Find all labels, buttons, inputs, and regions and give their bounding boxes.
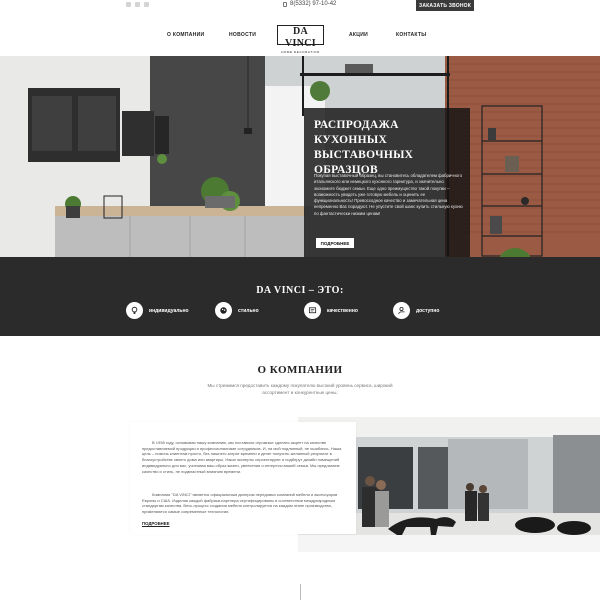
nav-item-news[interactable]: НОВОСТИ — [229, 32, 256, 38]
about-more-link[interactable]: ПОДРОБНЕЕ — [142, 521, 170, 526]
hero-title: РАСПРОДАЖА КУХОННЫХ ВЫСТАВОЧНЫХ ОБРАЗЦОВ — [314, 119, 414, 176]
hero-kitchen-image — [0, 56, 600, 257]
about-title: О КОМПАНИИ — [257, 364, 343, 376]
top-bar: 8(5332) 97-10-42 ЗАКАЗАТЬ ЗВОНОК — [0, 0, 600, 12]
nav-item-about[interactable]: О КОМПАНИИ — [167, 32, 204, 38]
phone-icon — [283, 1, 287, 7]
feature-label: стильно — [238, 307, 259, 314]
nav-item-contacts[interactable]: КОНТАКТЫ — [396, 32, 426, 38]
hero-text: Покупая выставочный образец, вы становит… — [314, 173, 463, 216]
logo-main: DA VINCI — [285, 26, 316, 49]
bulb-icon — [126, 302, 143, 319]
hero-promo-panel: РАСПРОДАЖА КУХОННЫХ ВЫСТАВОЧНЫХ ОБРАЗЦОВ… — [304, 108, 470, 257]
about-subtitle: Мы стремимся предоставить каждому покупа… — [207, 383, 393, 395]
about-paragraph-1: В 1998 году, основывая нашу компанию, мы… — [142, 440, 342, 474]
logo-sub: HOME DECORATION — [281, 50, 320, 54]
instagram-icon[interactable] — [144, 2, 149, 7]
social-links — [126, 2, 149, 7]
vk-icon[interactable] — [126, 2, 131, 7]
features-title: DA VINCI – ЭТО: — [256, 285, 344, 296]
palette-icon — [215, 302, 232, 319]
logo[interactable]: DA VINCI HOME DECORATION — [277, 25, 324, 54]
callback-button[interactable]: ЗАКАЗАТЬ ЗВОНОК — [416, 0, 474, 11]
feature-affordable: доступно — [393, 302, 439, 319]
hero-more-button[interactable]: ПОДРОБНЕЕ — [316, 238, 354, 248]
feature-quality: качественно — [304, 302, 358, 319]
features-band: DA VINCI – ЭТО: индивидуально стильно ка… — [0, 257, 600, 336]
facebook-icon[interactable] — [135, 2, 140, 7]
about-text-card: В 1998 году, основывая нашу компанию, мы… — [130, 422, 356, 534]
feature-label: доступно — [416, 307, 440, 314]
phone-number[interactable]: 8(5332) 97-10-42 — [283, 1, 336, 7]
section-divider — [300, 584, 301, 600]
feature-label: индивидуально — [149, 307, 189, 314]
main-nav: О КОМПАНИИ НОВОСТИ DA VINCI HOME DECORAT… — [0, 20, 600, 54]
about-paragraph-2: Компания "DA VINCI" является официальным… — [142, 492, 338, 515]
feature-individual: индивидуально — [126, 302, 189, 319]
hand-coin-icon — [393, 302, 410, 319]
hero-banner: РАСПРОДАЖА КУХОННЫХ ВЫСТАВОЧНЫХ ОБРАЗЦОВ… — [0, 56, 600, 257]
phone-text: 8(5332) 97-10-42 — [290, 1, 337, 7]
certificate-icon — [304, 302, 321, 319]
feature-label: качественно — [327, 307, 358, 314]
nav-item-sales[interactable]: АКЦИИ — [349, 32, 368, 38]
feature-stylish: стильно — [215, 302, 259, 319]
